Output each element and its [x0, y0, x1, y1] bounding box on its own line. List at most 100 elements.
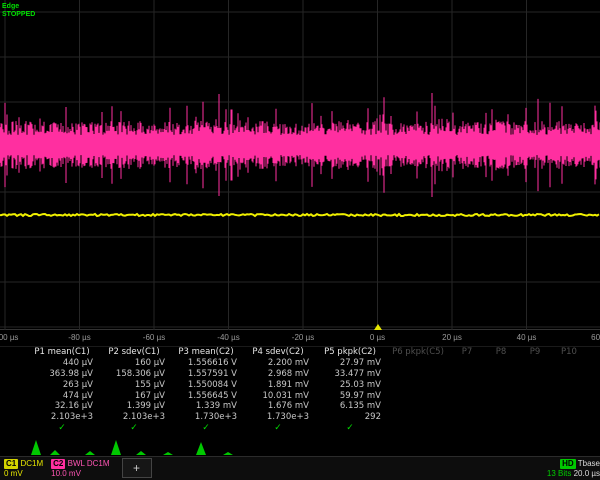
measurement-value	[386, 358, 450, 369]
measurement-header[interactable]: P6 pkpk(C5)	[386, 347, 450, 358]
measurement-value	[518, 391, 552, 402]
measurement-status	[484, 423, 518, 434]
measurement-value: 440 µV	[26, 358, 98, 369]
c2-descriptor[interactable]: C2 BWL DC1M 10.0 mV	[47, 457, 113, 480]
measurement-value	[386, 391, 450, 402]
measurement-column[interactable]: P2 sdev(C1)160 µV158.306 µV155 µV167 µV1…	[98, 347, 170, 434]
measurement-value	[518, 412, 552, 423]
measurement-column[interactable]: P3 mean(C2)1.556616 V1.557591 V1.550084 …	[170, 347, 242, 434]
hd-bits-label: 13 Bits	[547, 469, 571, 478]
measurement-value	[484, 358, 518, 369]
measurement-value: 1.556616 V	[170, 358, 242, 369]
hd-mode-badge: HD	[560, 459, 576, 469]
time-axis-label: -40 µs	[217, 333, 239, 342]
measurement-value	[484, 380, 518, 391]
measurement-column[interactable]: P1 mean(C1)440 µV363.98 µV263 µV474 µV32…	[26, 347, 98, 434]
measurement-histicon	[0, 434, 600, 456]
trigger-time-marker[interactable]	[374, 324, 382, 330]
measurement-header[interactable]: P3 mean(C2)	[170, 347, 242, 358]
measurement-header[interactable]: P8	[484, 347, 518, 358]
measurement-value: 1.556645 V	[170, 391, 242, 402]
measurement-value: 33.477 mV	[314, 369, 386, 380]
measurement-status: ✓	[26, 423, 98, 434]
measurement-status	[450, 423, 484, 434]
measurement-column[interactable]: P9	[518, 347, 552, 434]
time-axis-label: -60 µs	[143, 333, 165, 342]
measurement-table: P1 mean(C1)440 µV363.98 µV263 µV474 µV32…	[0, 346, 600, 434]
measurement-value: 1.550084 V	[170, 380, 242, 391]
measurement-value	[484, 401, 518, 412]
measurement-value	[518, 358, 552, 369]
measurement-value	[450, 380, 484, 391]
measurement-value: 474 µV	[26, 391, 98, 402]
measurement-header[interactable]: P2 sdev(C1)	[98, 347, 170, 358]
descriptor-bar-spacer	[152, 457, 543, 480]
measurement-header[interactable]: P10	[552, 347, 586, 358]
measurement-status	[518, 423, 552, 434]
measurement-header[interactable]: P1 mean(C1)	[26, 347, 98, 358]
c1-scale-label: 0 mV	[4, 469, 43, 479]
waveform-grid[interactable]: Edge STOPPED	[0, 0, 600, 330]
measurement-value: 1.730e+3	[242, 412, 314, 423]
measurement-header[interactable]: P5 pkpk(C2)	[314, 347, 386, 358]
time-axis-label: -20 µs	[292, 333, 314, 342]
trigger-status: Edge STOPPED	[2, 3, 35, 19]
measurement-column[interactable]: P6 pkpk(C5)	[386, 347, 450, 434]
measurement-value	[450, 358, 484, 369]
measurement-status: ✓	[314, 423, 386, 434]
measurement-column[interactable]: P7	[450, 347, 484, 434]
time-axis-label: -80 µs	[68, 333, 90, 342]
measurement-value	[386, 369, 450, 380]
measurement-status	[552, 423, 586, 434]
measurement-value	[518, 380, 552, 391]
timebase-label: Tbase	[578, 459, 600, 468]
time-axis: -100 µs-80 µs-60 µs-40 µs-20 µs0 µs20 µs…	[0, 330, 600, 346]
measurement-column[interactable]: P4 sdev(C2)2.200 mV2.968 mV1.891 mV10.03…	[242, 347, 314, 434]
measurement-value	[552, 401, 586, 412]
c2-coupling-label: BWL DC1M	[68, 459, 110, 468]
c1-descriptor[interactable]: C1 DC1M 0 mV	[0, 457, 47, 480]
measurement-value: 2.103e+3	[98, 412, 170, 423]
c1-badge: C1	[4, 459, 18, 469]
measurement-value	[450, 369, 484, 380]
measurement-value: 167 µV	[98, 391, 170, 402]
time-axis-label: 60 µs	[591, 333, 600, 342]
cursor-marker-chip[interactable]: +	[122, 458, 152, 478]
measurement-value: 263 µV	[26, 380, 98, 391]
measurement-value	[518, 369, 552, 380]
time-axis-label: -100 µs	[0, 333, 18, 342]
timebase-descriptor[interactable]: HD Tbase 13 Bits 20.0 µs	[543, 457, 600, 480]
measurement-value: 1.399 µV	[98, 401, 170, 412]
measurement-value: 1.676 mV	[242, 401, 314, 412]
measurement-column[interactable]: P8	[484, 347, 518, 434]
measurement-value: 1.730e+3	[170, 412, 242, 423]
measurement-column[interactable]: P5 pkpk(C2)27.97 mV33.477 mV25.03 mV59.9…	[314, 347, 386, 434]
oscilloscope-screen: Edge STOPPED -100 µs -80 µs -60 µs -40 µs -2…	[0, 0, 600, 480]
measurement-value	[450, 401, 484, 412]
histogram-strip	[0, 434, 600, 456]
measurement-value: 363.98 µV	[26, 369, 98, 380]
measurement-value: 25.03 mV	[314, 380, 386, 391]
waveform-traces	[0, 0, 600, 330]
time-axis-label: 40 µs	[517, 333, 537, 342]
measurement-value: 1.891 mV	[242, 380, 314, 391]
c1-coupling-label: DC1M	[20, 459, 43, 468]
measurement-value: 292	[314, 412, 386, 423]
measurement-column[interactable]: P10	[552, 347, 586, 434]
measurement-value: 2.968 mV	[242, 369, 314, 380]
measurement-header[interactable]: P9	[518, 347, 552, 358]
timebase-scale-label: 20.0 µs	[574, 469, 600, 478]
measurement-value: 155 µV	[98, 380, 170, 391]
trigger-type-label: Edge	[2, 3, 35, 11]
measurement-value	[552, 391, 586, 402]
measurement-value: 10.031 mV	[242, 391, 314, 402]
measurement-header[interactable]: P4 sdev(C2)	[242, 347, 314, 358]
measurement-value: 2.103e+3	[26, 412, 98, 423]
time-axis-label: 0 µs	[370, 333, 385, 342]
measurement-value: 27.97 mV	[314, 358, 386, 369]
measurement-value: 160 µV	[98, 358, 170, 369]
measurement-header[interactable]: P7	[450, 347, 484, 358]
measurement-value: 59.97 mV	[314, 391, 386, 402]
measurement-value: 1.557591 V	[170, 369, 242, 380]
plus-cursor-icon: +	[133, 461, 140, 475]
